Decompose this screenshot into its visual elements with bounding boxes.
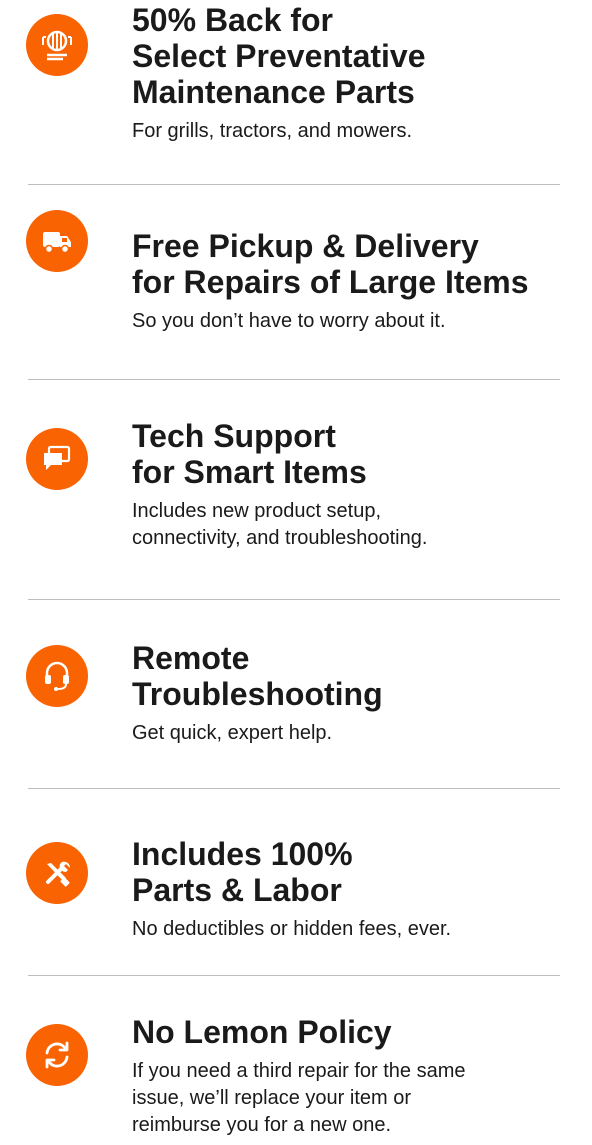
divider	[28, 379, 560, 380]
benefit-description: So you don’t have to worry about it.	[132, 310, 446, 332]
divider	[28, 184, 560, 185]
chat-bubbles-icon	[26, 428, 88, 490]
headset-icon	[26, 645, 88, 707]
benefit-title: Remote Troubleshooting	[132, 640, 383, 712]
benefit-description: Includes new product setup, connectivity…	[132, 500, 428, 549]
benefit-description: No deductibles or hidden fees, ever.	[132, 918, 452, 940]
benefit-title: 50% Back for Select Preventative Mainten…	[132, 2, 426, 110]
benefit-title: Includes 100% Parts & Labor	[132, 836, 353, 908]
benefit-description: For grills, tractors, and mowers.	[132, 120, 413, 142]
grill-parts-icon	[26, 14, 88, 76]
benefit-description: If you need a third repair for the same …	[132, 1060, 466, 1136]
divider	[28, 599, 560, 600]
benefit-title: No Lemon Policy	[132, 1014, 392, 1050]
benefit-description: Get quick, expert help.	[132, 722, 333, 744]
delivery-truck-icon	[26, 210, 88, 272]
refresh-icon	[26, 1024, 88, 1086]
tools-icon	[26, 842, 88, 904]
benefit-title: Free Pickup & Delivery for Repairs of La…	[132, 228, 529, 300]
divider	[28, 788, 560, 789]
benefit-title: Tech Support for Smart Items	[132, 418, 367, 490]
divider	[28, 975, 560, 976]
